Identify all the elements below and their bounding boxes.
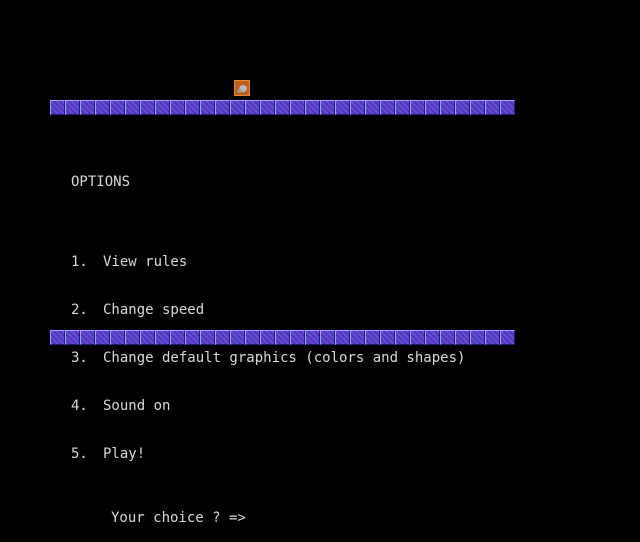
wall-tile [305, 100, 320, 115]
wall-tile [350, 100, 365, 115]
wall-tile [275, 100, 290, 115]
wall-tile [335, 100, 350, 115]
menu-item-label: View rules [103, 254, 188, 270]
choice-prompt[interactable]: Your choice ? => [71, 510, 465, 526]
menu-item-number: 5. [71, 446, 88, 462]
wall-tile [80, 100, 95, 115]
wall-tile [110, 100, 125, 115]
menu-item-change-graphics[interactable]: 3. Change default graphics (colors and s… [71, 350, 465, 366]
wall-tile [485, 100, 500, 115]
wall-tile [470, 330, 485, 345]
wall-tile [410, 100, 425, 115]
menu-item-number: 3. [71, 350, 88, 366]
wall-tile [290, 100, 305, 115]
menu-item-label: Change speed [103, 302, 205, 318]
wall-tile [230, 100, 245, 115]
wall-tile [215, 100, 230, 115]
wall-tile [245, 100, 260, 115]
wall-tile [50, 100, 65, 115]
wall-tile [140, 100, 155, 115]
wall-tile [500, 100, 515, 115]
wall-tile [320, 100, 335, 115]
wall-tile [380, 100, 395, 115]
wall-tile [365, 100, 380, 115]
wall-tile [95, 100, 110, 115]
wall-tile [50, 330, 65, 345]
wall-tile [155, 100, 170, 115]
wall-tile [125, 100, 140, 115]
menu-item-label: Sound on [103, 398, 171, 414]
options-menu: OPTIONS 1. View rules 2. Change speed 3.… [71, 142, 465, 542]
menu-item-number: 1. [71, 254, 88, 270]
wall-tile [425, 100, 440, 115]
menu-item-change-speed[interactable]: 2. Change speed [71, 302, 465, 318]
menu-title: OPTIONS [71, 174, 131, 190]
wall-tile [200, 100, 215, 115]
sprite-shadow [237, 89, 242, 93]
wall-tile [65, 100, 80, 115]
wall-tile [395, 100, 410, 115]
wall-tile [470, 100, 485, 115]
menu-item-label: Play! [103, 446, 146, 462]
wall-tile [170, 100, 185, 115]
menu-item-view-rules[interactable]: 1. View rules [71, 254, 465, 270]
wall-tile [260, 100, 275, 115]
menu-item-sound[interactable]: 4. Sound on [71, 398, 465, 414]
wall-tile [440, 100, 455, 115]
wall-tile [185, 100, 200, 115]
wall-tile [485, 330, 500, 345]
menu-item-number: 4. [71, 398, 88, 414]
menu-item-number: 2. [71, 302, 88, 318]
menu-item-label: Change default graphics (colors and shap… [103, 350, 466, 366]
player-sprite-icon [234, 80, 250, 96]
wall-tile [500, 330, 515, 345]
wall-tile [455, 100, 470, 115]
top-wall [50, 100, 515, 115]
menu-item-play[interactable]: 5. Play! [71, 446, 465, 462]
